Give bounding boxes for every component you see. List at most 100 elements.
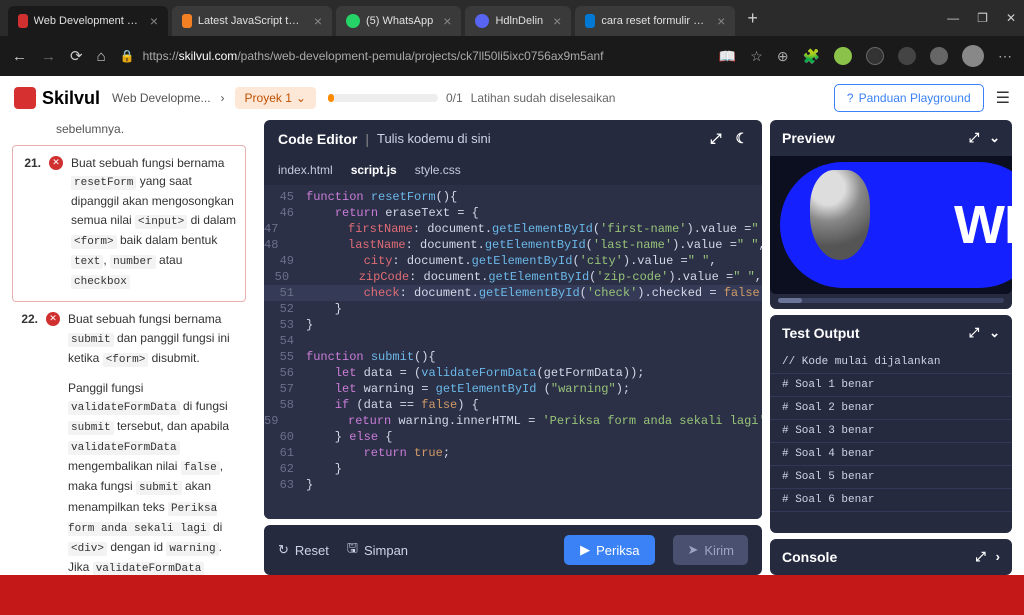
test-line: # Soal 5 benar — [770, 466, 1012, 489]
browser-tab[interactable]: (5) WhatsApp× — [336, 6, 461, 36]
preview-image — [810, 170, 870, 260]
extension-icon[interactable] — [834, 47, 852, 65]
code-line[interactable]: 53} — [264, 317, 762, 333]
code-line[interactable]: 52 } — [264, 301, 762, 317]
chevron-right-icon[interactable]: › — [996, 549, 1000, 565]
browser-tab-active[interactable]: Web Development Pemula - [...]× — [8, 6, 168, 36]
expand-icon[interactable]: ⤢ — [710, 130, 721, 147]
help-icon: ? — [847, 91, 854, 105]
code-line[interactable]: 57 let warning = getElementById ("warnin… — [264, 381, 762, 397]
app-header: Skilvul Web Developme... › Proyek 1⌄ 0/1… — [0, 76, 1024, 120]
extension-icon[interactable] — [898, 47, 916, 65]
file-tab[interactable]: style.css — [415, 163, 461, 177]
code-line[interactable]: 58 if (data == false) { — [264, 397, 762, 413]
test-line: # Soal 2 benar — [770, 397, 1012, 420]
instruction-21: 21. ✕ Buat sebuah fungsi bernama resetFo… — [12, 145, 246, 302]
code-line[interactable]: 47 firstName: document.getElementById('f… — [264, 221, 762, 237]
close-icon[interactable]: × — [314, 13, 322, 29]
expand-icon[interactable]: ⤢ — [975, 549, 985, 565]
code-line[interactable]: 48 lastName: document.getElementById('la… — [264, 237, 762, 253]
error-icon: ✕ — [49, 156, 63, 170]
reader-icon[interactable]: 📖 — [719, 48, 736, 65]
progress: 0/1 Latihan sudah diselesaikan — [328, 91, 615, 105]
test-line: # Soal 1 benar — [770, 374, 1012, 397]
code-line[interactable]: 62 } — [264, 461, 762, 477]
reset-button[interactable]: ↻Reset — [278, 542, 329, 558]
close-window-icon[interactable]: ✕ — [1006, 11, 1016, 25]
browser-tab[interactable]: cara reset formulir di javascr...× — [575, 6, 735, 36]
test-output-panel: Test Output⤢⌄ // Kode mulai dijalankan# … — [770, 315, 1012, 533]
test-line: // Kode mulai dijalankan — [770, 351, 1012, 374]
code-line[interactable]: 54 — [264, 333, 762, 349]
close-icon[interactable]: × — [553, 13, 561, 29]
code-line[interactable]: 51 check: document.getElementById('check… — [264, 285, 762, 301]
code-line[interactable]: 55function submit(){ — [264, 349, 762, 365]
file-tab[interactable]: index.html — [278, 163, 333, 177]
footer — [0, 575, 1024, 615]
play-icon: ▶ — [580, 542, 590, 558]
code-line[interactable]: 45function resetForm(){ — [264, 189, 762, 205]
reset-icon: ↻ — [278, 542, 289, 558]
expand-icon[interactable]: ⤢ — [969, 325, 979, 341]
instructions-panel[interactable]: sebelumnya. 21. ✕ Buat sebuah fungsi ber… — [0, 120, 258, 575]
logo[interactable]: Skilvul — [14, 87, 100, 109]
test-line: # Soal 4 benar — [770, 443, 1012, 466]
home-icon[interactable]: ⌂ — [97, 48, 106, 65]
panel-title: Test Output — [782, 325, 860, 341]
submit-button[interactable]: ➤Kirim — [673, 535, 748, 565]
favorite-icon[interactable]: ☆ — [750, 48, 763, 65]
chevron-right-icon: › — [221, 91, 225, 105]
close-icon[interactable]: × — [150, 13, 158, 29]
browser-tab[interactable]: HdlnDelin× — [465, 6, 571, 36]
chevron-down-icon[interactable]: ⌄ — [989, 130, 1000, 146]
hamburger-icon[interactable]: ☰ — [996, 88, 1010, 108]
code-line[interactable]: 50 zipCode: document.getElementById('zip… — [264, 269, 762, 285]
file-tab-active[interactable]: script.js — [351, 163, 397, 177]
forward-icon[interactable]: → — [41, 48, 56, 65]
progress-label: Latihan sudah diselesaikan — [471, 91, 616, 105]
browser-toolbar: ← → ⟳ ⌂ 🔒 https://skilvul.com/paths/web-… — [0, 36, 1024, 76]
menu-icon[interactable]: ⋯ — [998, 48, 1012, 65]
browser-tab[interactable]: Latest JavaScript topics - For...× — [172, 6, 332, 36]
progress-bar — [328, 94, 438, 102]
extension-icon[interactable] — [866, 47, 884, 65]
address-bar[interactable]: 🔒 https://skilvul.com/paths/web-developm… — [120, 49, 705, 63]
site-icon — [346, 14, 360, 28]
code-line[interactable]: 63} — [264, 477, 762, 493]
new-tab-button[interactable]: + — [739, 8, 766, 29]
maximize-icon[interactable]: ❐ — [977, 11, 988, 25]
extensions-icon[interactable]: 🧩 — [803, 48, 820, 65]
close-icon[interactable]: × — [717, 13, 725, 29]
code-line[interactable]: 60 } else { — [264, 429, 762, 445]
back-icon[interactable]: ← — [12, 48, 27, 65]
theme-icon[interactable]: ☾ — [735, 130, 748, 147]
code-line[interactable]: 46 return eraseText = { — [264, 205, 762, 221]
close-icon[interactable]: × — [443, 13, 451, 29]
scrollbar[interactable] — [778, 298, 1004, 303]
site-icon — [18, 14, 28, 28]
code-line[interactable]: 59 return warning.innerHTML = 'Periksa f… — [264, 413, 762, 429]
site-icon — [182, 14, 192, 28]
breadcrumb-path[interactable]: Web Developme... — [112, 91, 211, 105]
profile-avatar[interactable] — [962, 45, 984, 67]
preview-iframe[interactable]: WR — [770, 156, 1012, 294]
refresh-icon[interactable]: ⟳ — [70, 47, 83, 65]
code-textarea[interactable]: 45function resetForm(){46 return eraseTe… — [264, 185, 762, 519]
code-line[interactable]: 49 city: document.getElementById('city')… — [264, 253, 762, 269]
collections-icon[interactable]: ⊕ — [777, 48, 789, 65]
save-button[interactable]: 🖫Simpan — [347, 539, 408, 561]
minimize-icon[interactable]: — — [947, 11, 959, 25]
extension-icon[interactable] — [930, 47, 948, 65]
breadcrumb-project[interactable]: Proyek 1⌄ — [235, 87, 316, 109]
chevron-down-icon[interactable]: ⌄ — [989, 325, 1000, 341]
code-line[interactable]: 61 return true; — [264, 445, 762, 461]
instruction-text: sebelumnya. — [12, 120, 246, 145]
send-icon: ➤ — [687, 542, 698, 558]
editor-title: Code Editor — [278, 131, 357, 147]
check-button[interactable]: ▶Periksa — [564, 535, 655, 565]
panduan-button[interactable]: ?Panduan Playground — [834, 84, 984, 112]
test-line: # Soal 3 benar — [770, 420, 1012, 443]
expand-icon[interactable]: ⤢ — [969, 130, 979, 146]
code-line[interactable]: 56 let data = (validateFormData(getFormD… — [264, 365, 762, 381]
test-output[interactable]: // Kode mulai dijalankan# Soal 1 benar# … — [770, 351, 1012, 512]
